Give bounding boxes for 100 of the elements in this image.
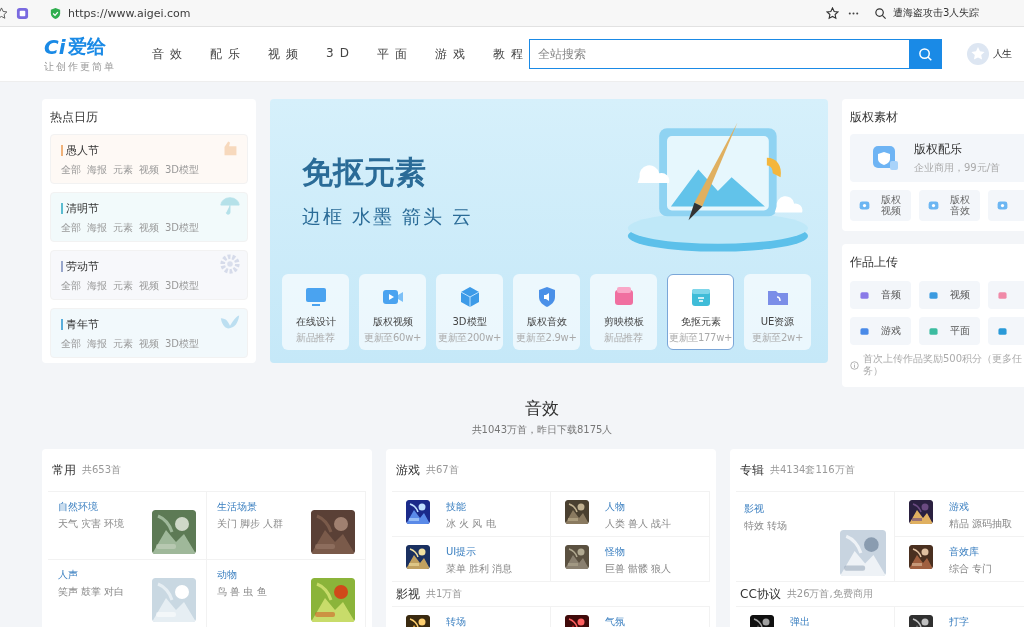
category-item[interactable]: 打字: [895, 607, 1024, 627]
logo-brand[interactable]: 爱给: [67, 34, 106, 60]
banner[interactable]: 免抠元素 边框 水墨 箭头 云 在线设计 新品推荐 版权视频 更新至60w+ 3D模型 更新至200w+ 版权音效 更新至2.9w+ 剪映模板 新品推荐 免抠元素 更新至177w+ UE资源 更新至2w+: [270, 99, 828, 363]
search-field[interactable]: 全站搜索: [528, 39, 909, 69]
section-subtitle: 共1043万首，昨日下载8175人: [471, 423, 613, 437]
tag-link[interactable]: 元素: [113, 221, 133, 235]
category-count: 共26万首,免费商用: [786, 587, 873, 601]
nav-link[interactable]: 3D: [326, 45, 355, 63]
category-title: CC协议: [740, 585, 781, 603]
tag-link[interactable]: 视频: [139, 163, 159, 177]
category-item[interactable]: 转场: [392, 607, 551, 627]
calendar-item[interactable]: 青年节 全部 海报 元素 视频 3D模型: [50, 308, 248, 358]
item-title: 游戏: [949, 500, 970, 514]
tag-link[interactable]: 3D模型: [165, 163, 200, 177]
category-tile[interactable]: 剪映模板 新品推荐: [590, 274, 657, 350]
tile-label: 在线设计: [295, 315, 336, 329]
info-icon: [850, 360, 859, 370]
category-item[interactable]: 技能 冰 火 风 电: [392, 492, 551, 537]
item-tags: 综合 专门: [949, 562, 993, 576]
tag-link[interactable]: 3D模型: [165, 337, 200, 351]
tag-link[interactable]: 视频: [139, 221, 159, 235]
tag-link[interactable]: 元素: [113, 337, 133, 351]
nav-link[interactable]: 平面: [376, 45, 413, 63]
upload-tile[interactable]: 音频: [850, 281, 911, 309]
item-tags: 天气 灾害 环境: [58, 517, 125, 531]
category-item[interactable]: 人声 笑声 鼓掌 对白: [48, 560, 207, 627]
calendar-item[interactable]: 清明节 全部 海报 元素 视频 3D模型: [50, 192, 248, 242]
category-item[interactable]: 动物 鸟 兽 虫 鱼: [207, 560, 366, 627]
tag-link[interactable]: 视频: [139, 337, 159, 351]
tag-link[interactable]: 元素: [113, 163, 133, 177]
shortcut-tile[interactable]: 版权视频: [850, 190, 911, 221]
banner-title: 免抠元素: [302, 152, 427, 192]
user-name[interactable]: 人生: [992, 47, 1012, 61]
tile-label: 版权视频: [881, 195, 902, 216]
tag-link[interactable]: 全部: [61, 337, 81, 351]
tag-link[interactable]: 海报: [87, 337, 107, 351]
app-icon[interactable]: [16, 6, 29, 20]
media-icon: [996, 199, 1009, 212]
category-tile[interactable]: 版权音效 更新至2.9w+: [513, 274, 580, 350]
category-title: 常用: [52, 461, 76, 479]
category-item[interactable]: 音效库 综合 专门: [895, 537, 1024, 582]
category-count: 共1万首: [426, 587, 463, 601]
nav-link[interactable]: 游戏: [434, 45, 471, 63]
featured-item[interactable]: 版权配乐 企业商用，99元/首: [850, 134, 1024, 182]
address-bar[interactable]: https://www.aigei.com: [49, 6, 818, 20]
star-icon[interactable]: [826, 6, 839, 20]
upload-tile[interactable]: 游戏: [850, 317, 911, 345]
shortcut-tile[interactable]: 版权音效: [919, 190, 980, 221]
nav-link[interactable]: 配乐: [210, 45, 246, 63]
category-title: 影视: [396, 585, 420, 603]
item-tags: 菜单 胜利 消息: [446, 562, 513, 576]
search-button[interactable]: [908, 39, 942, 69]
item-tags: 精品 源码抽取: [949, 517, 1013, 531]
banner-subtitle: 边框 水墨 箭头 云: [302, 203, 475, 229]
tag-link[interactable]: 3D模型: [165, 279, 200, 293]
tag-link[interactable]: 3D模型: [165, 221, 200, 235]
logo-mark[interactable]: Ci: [44, 35, 66, 59]
nav-link[interactable]: 视频: [268, 45, 304, 63]
tile-label: 免抠元素: [680, 315, 721, 329]
monitor-icon: [303, 285, 328, 309]
category-item[interactable]: 自然环境 天气 灾害 环境: [48, 492, 207, 560]
tag-link[interactable]: 全部: [61, 221, 81, 235]
tile-caption: 更新至177w+: [668, 331, 733, 345]
holiday-name: 愚人节: [66, 143, 99, 158]
tag-link[interactable]: 元素: [113, 279, 133, 293]
category-title: 专辑: [740, 461, 764, 479]
tag-link[interactable]: 全部: [61, 163, 81, 177]
tag-link[interactable]: 全部: [61, 279, 81, 293]
category-item[interactable]: 人物 人类 兽人 战斗: [551, 492, 710, 537]
tag-link[interactable]: 视频: [139, 279, 159, 293]
category-item[interactable]: 弹出: [736, 607, 895, 627]
category-tile[interactable]: UE资源 更新至2w+: [744, 274, 811, 350]
upload-note: 首次上传作品奖励500积分（更多任务）: [863, 353, 1023, 377]
calendar-item[interactable]: 愚人节 全部 海报 元素 视频 3D模型: [50, 134, 248, 184]
nav-link[interactable]: 音效: [152, 45, 188, 63]
tag-link[interactable]: 海报: [87, 221, 107, 235]
category-item[interactable]: 怪物 巨兽 骷髅 狼人: [551, 537, 710, 582]
category-count: 共4134套116万首: [770, 463, 855, 477]
nav-link[interactable]: 教程: [492, 45, 529, 63]
media-icon: [927, 199, 940, 212]
category-item[interactable]: UI提示 菜单 胜利 消息: [392, 537, 551, 582]
category-item[interactable]: 气氛: [551, 607, 710, 627]
category-tile[interactable]: 3D模型 更新至200w+: [436, 274, 503, 350]
category-item[interactable]: 游戏 精品 源码抽取: [895, 492, 1024, 537]
umbrella-icon: [219, 195, 241, 217]
item-title: 弹出: [790, 615, 810, 627]
calendar-item[interactable]: 劳动节 全部 海报 元素 视频 3D模型: [50, 250, 248, 300]
tag-link[interactable]: 海报: [87, 279, 107, 293]
upload-tile[interactable]: 视频: [919, 281, 980, 309]
upload-tile[interactable]: 平面: [919, 317, 980, 345]
category-tile[interactable]: 在线设计 新品推荐: [282, 274, 349, 350]
category-tile[interactable]: 免抠元素 更新至177w+: [667, 274, 734, 350]
item-title: 动物: [217, 568, 238, 582]
category-item[interactable]: 影视 特效 转场: [736, 492, 895, 582]
tag-link[interactable]: 海报: [87, 163, 107, 177]
category-item[interactable]: 生活场景 关门 脚步 人群: [207, 492, 366, 560]
item-title: 技能: [446, 500, 467, 514]
category-tile[interactable]: 版权视频 更新至60w+: [359, 274, 426, 350]
logo-tagline: 让创作更简单: [44, 60, 117, 74]
item-tags: 特效 转场: [744, 519, 788, 533]
